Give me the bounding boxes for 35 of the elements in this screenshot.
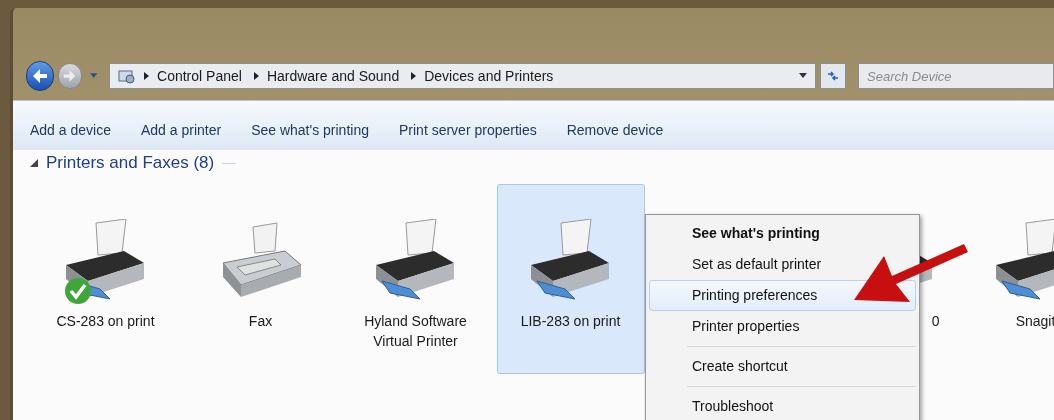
device-label: CS-283 on print bbox=[56, 312, 155, 331]
group-header[interactable]: Printers and Faxes (8) bbox=[46, 150, 215, 176]
refresh-icon bbox=[826, 70, 841, 82]
device-label: Fax bbox=[248, 312, 273, 331]
control-panel-icon bbox=[118, 68, 137, 84]
breadcrumb[interactable]: Devices and Printers bbox=[424, 65, 554, 87]
chevron-icon[interactable] bbox=[144, 72, 150, 80]
toolbar-button[interactable]: Add a printer bbox=[126, 116, 236, 145]
breadcrumb[interactable]: Hardware and Sound bbox=[266, 65, 400, 87]
toolbar-button[interactable]: Add a device bbox=[30, 116, 125, 145]
menu-item[interactable]: Printer properties bbox=[649, 311, 916, 342]
device-label: Hyland Software Virtual Printer bbox=[364, 312, 467, 351]
device-label: LIB-283 on print bbox=[520, 312, 621, 331]
collapse-triangle-icon[interactable] bbox=[30, 159, 38, 167]
dropdown-caret-icon[interactable] bbox=[799, 73, 808, 79]
menu-item[interactable]: Troubleshoot bbox=[649, 391, 916, 420]
back-arrow-icon bbox=[31, 69, 48, 83]
toolbar-button[interactable]: Remove device bbox=[552, 116, 678, 145]
chevron-icon[interactable] bbox=[253, 72, 259, 80]
device-label: 0 bbox=[931, 312, 940, 331]
menu-item[interactable]: See what's printing bbox=[649, 218, 916, 249]
device-tile[interactable]: CS-283 on print bbox=[31, 184, 180, 374]
device-tile[interactable]: LIB-283 on print bbox=[496, 184, 645, 374]
toolbar-button[interactable]: Print server properties bbox=[385, 116, 551, 145]
search-field[interactable]: Search Device bbox=[858, 63, 1054, 89]
refresh-button[interactable] bbox=[820, 63, 846, 89]
address-bar[interactable]: Control Panel Hardware and Sound Devices and Printers bbox=[109, 63, 817, 89]
device-tile[interactable]: Hyland Software Virtual Printer bbox=[341, 184, 490, 374]
toolbar-button[interactable]: See what's printing bbox=[237, 116, 383, 145]
menu-item[interactable]: Set as default printer bbox=[649, 249, 916, 280]
forward-arrow-icon bbox=[63, 70, 77, 82]
menu-item[interactable]: Create shortcut bbox=[649, 351, 916, 382]
breadcrumb[interactable]: Control Panel bbox=[157, 65, 242, 87]
device-tile[interactable]: Fax bbox=[186, 184, 335, 374]
chevron-icon[interactable] bbox=[411, 72, 417, 80]
